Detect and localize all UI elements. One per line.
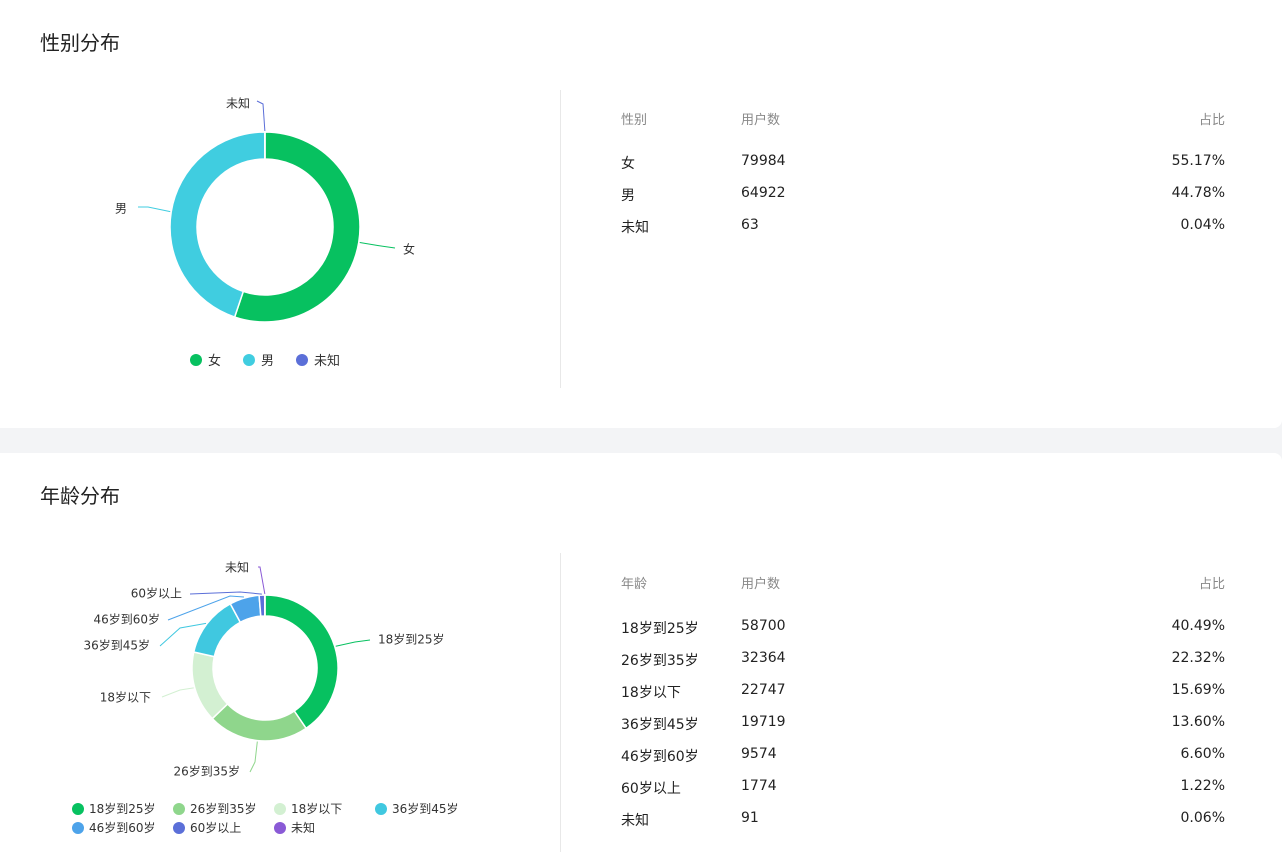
age-table: 年龄 用户数 占比 18岁到25岁 58700 40.49% 26岁到35岁 32364 22.… bbox=[621, 573, 1225, 842]
label-line-1 bbox=[335, 639, 371, 647]
slice-label-1: 18岁到25岁 bbox=[378, 632, 445, 647]
column-header: 年龄 bbox=[621, 577, 648, 592]
age-divider bbox=[560, 553, 561, 852]
table-row: 男 64922 44.78% bbox=[621, 185, 1225, 217]
table-cell: 26岁到35岁 bbox=[621, 653, 699, 669]
legend-dot-icon bbox=[375, 802, 387, 815]
slice-2[interactable] bbox=[211, 702, 308, 742]
table-cell: 64922 bbox=[741, 185, 786, 201]
column-header: 性别 bbox=[621, 113, 648, 128]
table-cell: 40.49% bbox=[1171, 618, 1225, 634]
legend-label: 26岁到35岁 bbox=[190, 802, 257, 816]
table-cell: 9574 bbox=[741, 746, 777, 762]
age-donut-chart: 18岁到25岁 26岁到35岁 18岁以下 36岁到45岁 46岁到60岁 60岁以上 未知 bbox=[83, 561, 445, 779]
table-cell: 6.60% bbox=[1180, 746, 1225, 762]
table-cell: 36岁到45岁 bbox=[621, 717, 699, 733]
table-cell: 60岁以上 bbox=[621, 781, 681, 797]
column-header: 用户数 bbox=[741, 113, 781, 128]
age-legend-item[interactable]: 46岁到60岁 bbox=[72, 819, 173, 836]
table-cell: 1.22% bbox=[1180, 778, 1225, 794]
legend-dot-icon bbox=[274, 821, 286, 834]
label-line-6 bbox=[189, 591, 262, 595]
age-legend-item[interactable]: 26岁到35岁 bbox=[173, 800, 274, 817]
legend-dot-icon bbox=[173, 802, 185, 815]
gender-table: 性别 用户数 占比女 79984 55.17% 男 64922 44.78% 未知 63 0.04% bbox=[621, 109, 1225, 249]
table-cell: 未知 bbox=[621, 220, 649, 236]
table-cell: 32364 bbox=[741, 650, 786, 666]
age-legend: 18岁到25岁 26岁到35岁 18岁以下 36岁到45岁 46岁到60岁 60岁以上 未知 bbox=[72, 800, 472, 836]
table-row: 18岁以下 22747 15.69% bbox=[621, 682, 1225, 714]
slice-4[interactable] bbox=[192, 602, 242, 658]
table-cell: 男 bbox=[621, 188, 635, 204]
table-cell: 女 bbox=[621, 156, 635, 172]
table-row: 18岁到25岁 58700 40.49% bbox=[621, 618, 1225, 650]
gender-divider bbox=[560, 90, 561, 388]
column-header: 占比 bbox=[1198, 113, 1225, 128]
table-row: 未知 63 0.04% bbox=[621, 217, 1225, 249]
table-cell: 0.04% bbox=[1180, 217, 1225, 233]
label-line-3 bbox=[161, 687, 194, 698]
table-cell: 0.06% bbox=[1180, 810, 1225, 826]
slice-3[interactable] bbox=[191, 651, 229, 720]
table-cell: 44.78% bbox=[1171, 185, 1225, 201]
age-legend-item[interactable]: 18岁以下 bbox=[274, 800, 375, 817]
label-line-2 bbox=[249, 741, 258, 773]
legend-label: 18岁以下 bbox=[291, 802, 343, 816]
age-legend-item[interactable]: 36岁到45岁 bbox=[375, 800, 471, 817]
slice-label-6: 60岁以上 bbox=[131, 586, 182, 601]
age-legend-item[interactable]: 未知 bbox=[274, 819, 375, 836]
slice-1[interactable] bbox=[264, 594, 339, 730]
table-cell: 46岁到60岁 bbox=[621, 749, 699, 765]
slice-label-3: 18岁以下 bbox=[100, 690, 151, 705]
table-cell: 18岁到25岁 bbox=[621, 621, 699, 637]
slice-label-2: 26岁到35岁 bbox=[173, 764, 240, 779]
table-row: 女 79984 55.17% bbox=[621, 153, 1225, 185]
legend-dot-icon bbox=[72, 802, 84, 815]
table-row: 26岁到35岁 32364 22.32% bbox=[621, 650, 1225, 682]
legend-dot-icon bbox=[173, 821, 185, 834]
table-cell: 22.32% bbox=[1171, 650, 1225, 666]
slice-6[interactable] bbox=[258, 594, 266, 617]
table-cell: 未知 bbox=[621, 813, 649, 829]
legend-dot-icon bbox=[274, 802, 286, 815]
age-legend-item[interactable]: 60岁以上 bbox=[173, 819, 274, 836]
table-cell: 91 bbox=[741, 810, 759, 826]
table-row: 未知 91 0.06% bbox=[621, 810, 1225, 842]
table-cell: 22747 bbox=[741, 682, 786, 698]
slice-label-7: 未知 bbox=[225, 561, 249, 575]
legend-label: 未知 bbox=[291, 821, 316, 835]
table-row: 36岁到45岁 19719 13.60% bbox=[621, 714, 1225, 746]
table-cell: 63 bbox=[741, 217, 759, 233]
legend-label: 46岁到60岁 bbox=[89, 821, 156, 835]
table-cell: 13.60% bbox=[1171, 714, 1225, 730]
table-cell: 18岁以下 bbox=[621, 685, 681, 701]
column-header: 占比 bbox=[1198, 577, 1225, 592]
legend-dot-icon bbox=[72, 821, 84, 834]
label-line-7 bbox=[258, 566, 266, 595]
age-legend-item[interactable]: 18岁到25岁 bbox=[72, 800, 173, 817]
table-row: 60岁以上 1774 1.22% bbox=[621, 778, 1225, 810]
table-cell: 1774 bbox=[741, 778, 777, 794]
slice-label-4: 36岁到45岁 bbox=[83, 638, 150, 653]
table-cell: 19719 bbox=[741, 714, 786, 730]
table-cell: 15.69% bbox=[1171, 682, 1225, 698]
table-cell: 55.17% bbox=[1171, 153, 1225, 169]
age-table-header: 年龄 用户数 占比 bbox=[621, 573, 1225, 605]
legend-label: 60岁以上 bbox=[190, 821, 242, 835]
table-cell: 58700 bbox=[741, 618, 786, 634]
table-cell: 79984 bbox=[741, 153, 786, 169]
legend-label: 18岁到25岁 bbox=[89, 802, 156, 816]
column-header: 用户数 bbox=[741, 577, 781, 592]
slice-label-5: 46岁到60岁 bbox=[93, 612, 160, 627]
legend-label: 36岁到45岁 bbox=[392, 802, 459, 816]
gender-table-header: 性别 用户数 占比 bbox=[621, 109, 1225, 141]
table-row: 46岁到60岁 9574 6.60% bbox=[621, 746, 1225, 778]
